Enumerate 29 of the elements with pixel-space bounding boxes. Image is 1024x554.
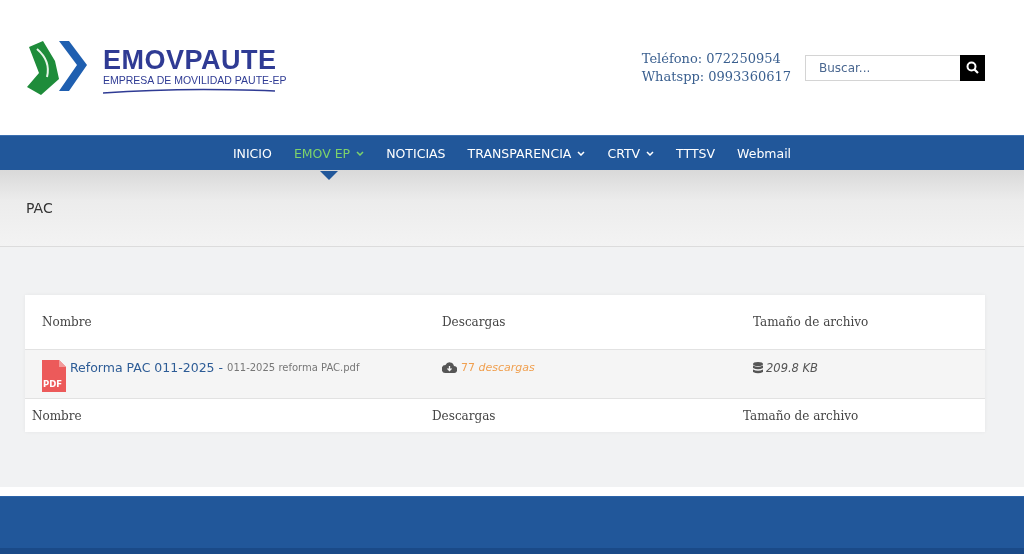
logo-tagline: EMPRESA DE MOVILIDAD PAUTE-EP bbox=[103, 73, 287, 86]
cloud-download-icon bbox=[442, 362, 457, 373]
download-count: 77 descargas bbox=[461, 361, 535, 374]
column-footer: Nombre bbox=[32, 408, 432, 423]
page-title: PAC bbox=[26, 200, 53, 216]
nav-item[interactable]: CRTV bbox=[596, 135, 666, 171]
contact-text: Whatspp: 0993360617 bbox=[641, 69, 791, 84]
nav-item[interactable]: NOTICIAS bbox=[375, 135, 457, 171]
file-size: 209.8 KB bbox=[766, 361, 818, 375]
logo-icon bbox=[25, 38, 87, 97]
nav-item[interactable]: Webmail bbox=[726, 135, 803, 171]
column-footer: Descargas bbox=[432, 408, 743, 423]
nav-item[interactable]: TRANSPARENCIA bbox=[456, 135, 597, 171]
pdf-file-icon: PDF bbox=[42, 360, 66, 392]
column-header: Descargas bbox=[442, 315, 507, 329]
search-field[interactable]: Buscar... bbox=[805, 54, 960, 81]
column-header: Tamaño de archivo bbox=[753, 315, 870, 329]
search-icon bbox=[966, 61, 979, 74]
nav-item[interactable]: TTTSV bbox=[665, 135, 727, 171]
database-icon bbox=[753, 362, 763, 374]
column-header: Nombre bbox=[42, 315, 93, 329]
search-button[interactable] bbox=[960, 54, 985, 81]
file-name: 011-2025 reforma PAC.pdf bbox=[227, 362, 360, 373]
contact-text: Teléfono: 072250954 bbox=[641, 51, 782, 66]
separator-text: - bbox=[218, 360, 224, 375]
document-link[interactable]: Reforma PAC 011-2025 bbox=[70, 360, 215, 375]
nav-item[interactable]: INICIO bbox=[221, 135, 283, 171]
column-footer: Tamaño de archivo bbox=[743, 408, 985, 423]
logo-wordmark: EMOVPAUTE bbox=[103, 45, 278, 74]
